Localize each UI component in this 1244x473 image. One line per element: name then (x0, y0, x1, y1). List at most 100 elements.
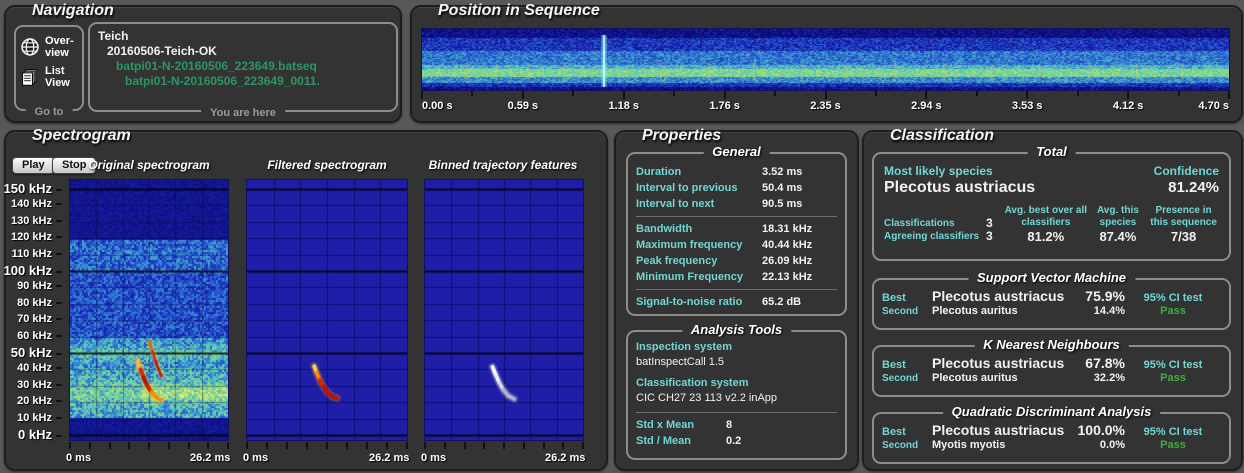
freq-label: 60 kHz (17, 330, 62, 342)
general-box: General Duration 3.52 ms Interval to previ… (626, 152, 847, 316)
original-spectrogram-label: Original spectrogram (70, 158, 228, 172)
navigation-title: Navigation (32, 2, 114, 20)
goto-legend: Go to (26, 106, 73, 118)
property-row: Minimum Frequency 22.13 kHz (636, 269, 837, 285)
sequence-spectrogram-canvas[interactable] (422, 29, 1229, 90)
freq-label: 0 kHz (18, 427, 62, 442)
position-in-sequence-title: Position in Sequence (438, 2, 600, 20)
property-value: 50.4 ms (762, 180, 802, 196)
classifier-best-row: Best Plecotus austriacus 100.0% 95% CI test (874, 422, 1229, 438)
second-label: Second (882, 306, 932, 317)
best-species: Plecotus austriacus (932, 288, 1067, 304)
property-row: Peak frequency 26.09 kHz (636, 253, 837, 269)
freq-label: 100 kHz (4, 263, 62, 278)
spectrogram-time-tick (89, 442, 91, 449)
frequency-axis: 150 kHz 140 kHz 130 kHz 120 kHz 110 kHz 100 k… (6, 132, 70, 469)
sequence-minor-tick (471, 91, 473, 96)
spectrogram-time-tick (366, 442, 368, 449)
classifier-name: Quadratic Discriminant Analysis (943, 404, 1161, 419)
spectrogram-time-tick (406, 442, 408, 449)
ci-test-result: Pass (1125, 305, 1221, 317)
analysis-system-value: batInspectCall 1.5 (636, 355, 837, 370)
analysis-stat-row: Std x Mean 8 (636, 417, 837, 433)
classifier-box: K Nearest Neighbours Best Plecotus austria… (872, 345, 1231, 397)
time-start-label: 0 ms (243, 452, 268, 464)
time-label: 1.76 s (709, 100, 740, 112)
property-label: Interval to previous (636, 180, 762, 196)
sequence-major-tick (825, 91, 827, 99)
overview-button[interactable]: Over-view (20, 35, 78, 59)
sequence-minor-tick (673, 91, 675, 96)
location-item[interactable]: Teich (98, 29, 388, 44)
spectrogram-time-tick (128, 442, 130, 449)
listview-button[interactable]: List View (20, 65, 78, 89)
property-label: Maximum frequency (636, 237, 762, 253)
ci-test-label: 95% CI test (1125, 292, 1221, 304)
best-label: Best (882, 292, 932, 304)
sequence-minor-tick (1178, 91, 1180, 96)
classifier-name: K Nearest Neighbours (974, 337, 1129, 352)
separator (636, 289, 837, 290)
ci-test-result: Pass (1125, 439, 1221, 451)
freq-label: 70 kHz (17, 313, 62, 325)
location-item[interactable]: batpi01-N-20160506_223649_0011. (98, 74, 388, 89)
location-item[interactable]: 20160506-Teich-OK (98, 44, 388, 59)
navigation-panel: Navigation Over-view List View Go to Teic… (4, 5, 402, 123)
second-species: Plecotus auritus (932, 305, 1067, 317)
freq-label: 90 kHz (17, 280, 62, 292)
time-label: 3.53 s (1012, 100, 1043, 112)
second-percentage: 0.0% (1067, 439, 1125, 451)
analysis-system-label: Classification system (636, 376, 837, 391)
property-row: Interval to next 90.5 ms (636, 196, 837, 212)
property-label: Bandwidth (636, 221, 762, 237)
sequence-major-tick (1127, 91, 1129, 99)
location-box: Teich 20160506-Teich-OK batpi01-N-20160506… (88, 22, 398, 112)
spectrogram-title: Spectrogram (32, 127, 131, 145)
location-item[interactable]: batpi01-N-20160506_223649.batseq (98, 59, 388, 74)
spectrogram-time-tick (306, 442, 308, 449)
spectrogram-time-tick (69, 442, 71, 449)
time-label: 2.35 s (810, 100, 841, 112)
analysis-system-value: CIC CH27 23 113 v2.2 inApp (636, 391, 837, 406)
spectrogram-time-tick (523, 442, 525, 449)
time-label: 4.70 s (1198, 100, 1229, 112)
spectrogram-time-tick (346, 442, 348, 449)
freq-label: 20 kHz (17, 395, 62, 407)
time-end-label: 26.2 ms (369, 452, 409, 464)
property-value: 26.09 kHz (762, 253, 812, 269)
time-label: 1.18 s (608, 100, 639, 112)
best-label: Best (882, 359, 932, 371)
spectrogram-time-tick (326, 442, 328, 449)
total-legend: Total (1027, 144, 1076, 159)
spectrogram-time-tick (246, 442, 248, 449)
best-percentage: 100.0% (1067, 422, 1125, 438)
freq-label: 130 kHz (11, 215, 62, 227)
time-end-label: 26.2 ms (190, 452, 230, 464)
analysis-tools-legend: Analysis Tools (682, 322, 791, 337)
bat-analysis-app: Navigation Over-view List View Go to Teic… (0, 0, 1244, 473)
sequence-spectrogram[interactable] (422, 29, 1229, 90)
freq-label: 10 kHz (17, 412, 62, 424)
classifier-best-row: Best Plecotus austriacus 75.9% 95% CI test (874, 288, 1229, 304)
second-percentage: 14.4% (1067, 305, 1125, 317)
property-value: 3.52 ms (762, 164, 802, 180)
separator (636, 216, 837, 217)
property-value: 90.5 ms (762, 196, 802, 212)
properties-title: Properties (642, 127, 721, 145)
spectrogram-time-tick (188, 442, 190, 449)
time-start-label: 0 ms (421, 452, 446, 464)
analysis-stat-value: 0.2 (726, 433, 741, 449)
best-percentage: 75.9% (1067, 288, 1125, 304)
presence-stat: Presence in this sequence 7/38 (1146, 205, 1221, 243)
globe-icon (20, 37, 40, 57)
best-species: Plecotus austriacus (932, 422, 1067, 438)
sequence-major-tick (724, 91, 726, 99)
avg-species-stat: Avg. this species 87.4% (1090, 205, 1147, 243)
spectrogram-time-tick (582, 442, 584, 449)
filtered-spectrogram-canvas (247, 180, 407, 440)
property-label: Minimum Frequency (636, 269, 762, 285)
property-row: Maximum frequency 40.44 kHz (636, 237, 837, 253)
second-species: Myotis myotis (932, 439, 1067, 451)
freq-label: 150 kHz (4, 181, 62, 196)
spectrogram-time-tick (483, 442, 485, 449)
